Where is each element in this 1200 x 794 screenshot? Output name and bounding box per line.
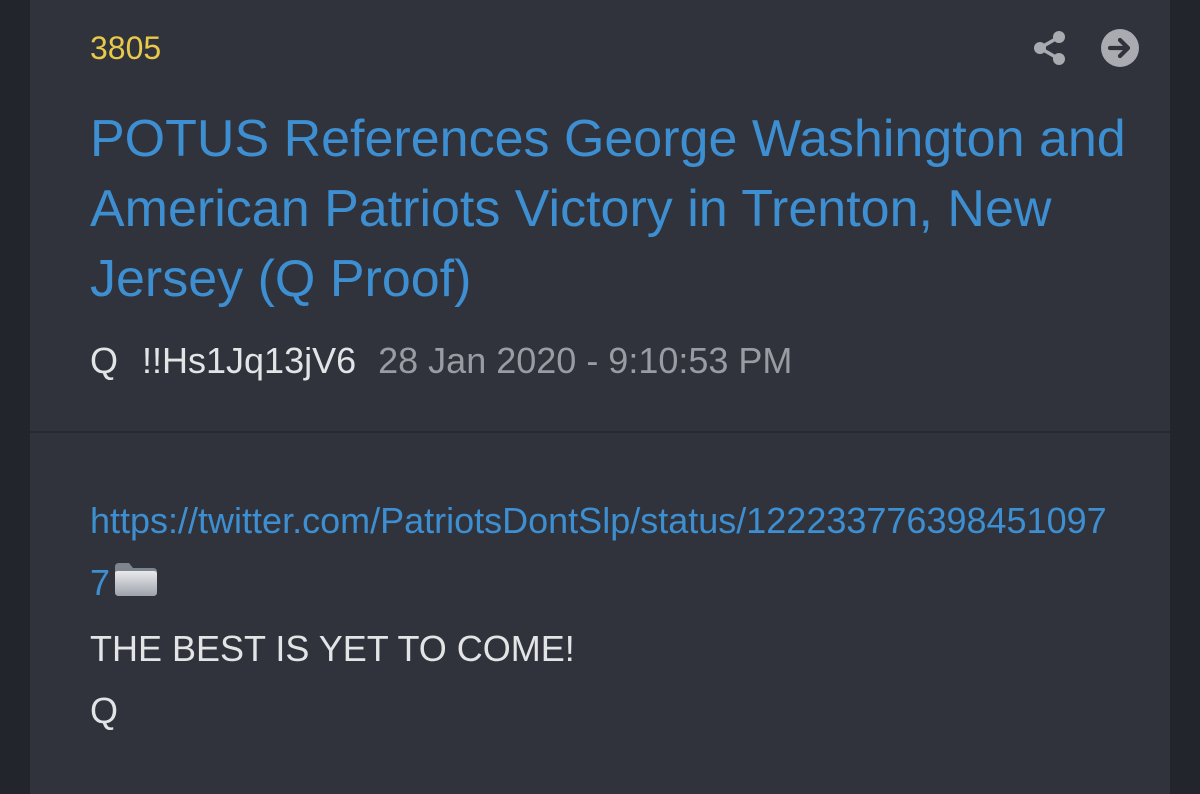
tweet-link-text: https://twitter.com/PatriotsDontSlp/stat… [90, 500, 1107, 603]
post-number[interactable]: 3805 [90, 30, 161, 67]
body-line: THE BEST IS YET TO COME! [90, 628, 575, 669]
post-body: https://twitter.com/PatriotsDontSlp/stat… [90, 490, 1120, 742]
body-signature: Q [90, 690, 119, 731]
folder-icon [112, 556, 160, 618]
post-header: 3805 POTUS References George Washington … [30, 0, 1170, 430]
post-timestamp: 28 Jan 2020 - 9:10:53 PM [378, 340, 793, 381]
open-post-button[interactable] [1098, 26, 1142, 70]
header-divider [30, 431, 1170, 433]
post-tripcode: !!Hs1Jq13jV6 [142, 340, 357, 381]
page: 3805 POTUS References George Washington … [0, 0, 1200, 794]
post-title[interactable]: POTUS References George Washington and A… [90, 104, 1140, 314]
post-author: Q [90, 340, 119, 381]
share-icon [1034, 31, 1065, 65]
post-card: 3805 POTUS References George Washington … [30, 0, 1170, 794]
post-actions [1028, 26, 1142, 70]
share-button[interactable] [1028, 26, 1072, 70]
arrow-right-circle-icon [1101, 29, 1139, 67]
post-meta: Q !!Hs1Jq13jV6 28 Jan 2020 - 9:10:53 PM [90, 340, 792, 382]
tweet-link[interactable]: https://twitter.com/PatriotsDontSlp/stat… [90, 490, 1120, 618]
